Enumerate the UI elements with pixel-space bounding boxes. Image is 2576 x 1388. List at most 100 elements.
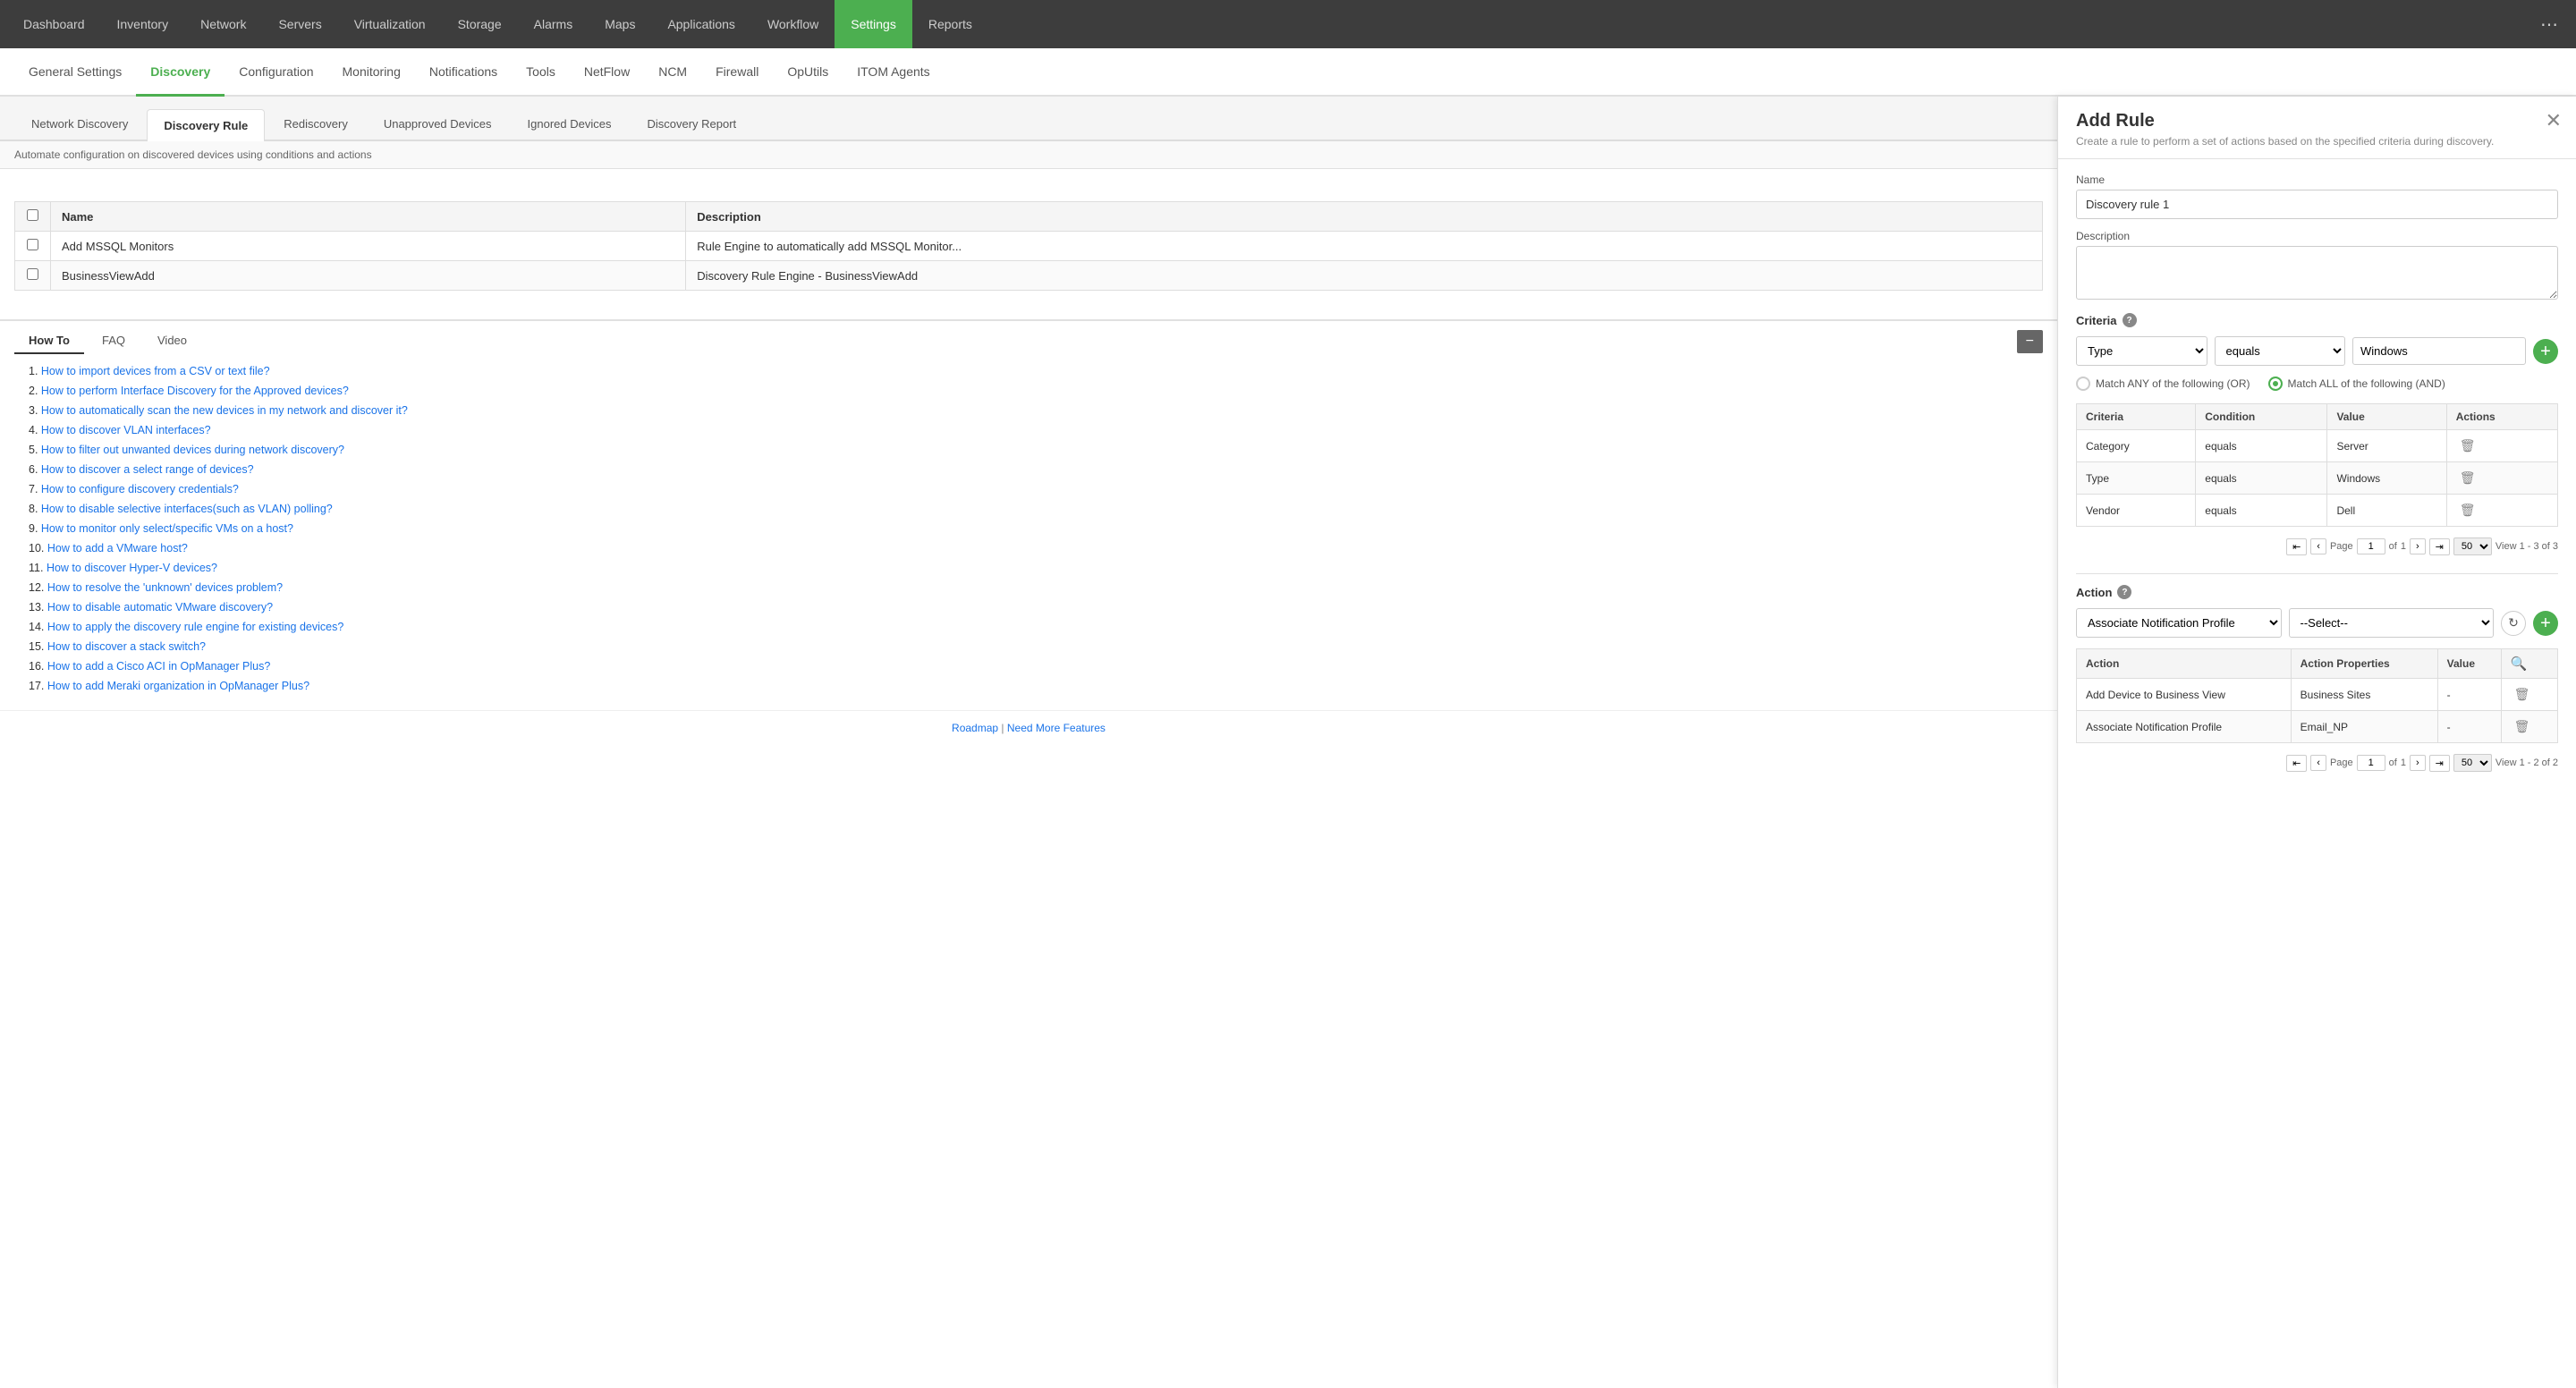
match-all-radio[interactable] xyxy=(2268,377,2283,391)
criteria-row-value-2: Windows xyxy=(2327,462,2446,495)
row-checkbox-1[interactable] xyxy=(27,239,38,250)
match-any-radio[interactable] xyxy=(2076,377,2090,391)
description-textarea[interactable] xyxy=(2076,246,2558,300)
action-value-select[interactable]: --Select-- xyxy=(2289,608,2495,638)
criteria-page-input[interactable] xyxy=(2357,538,2385,554)
name-input[interactable] xyxy=(2076,190,2558,219)
list-item[interactable]: How to configure discovery credentials? xyxy=(29,479,2043,499)
list-item[interactable]: How to disable selective interfaces(such… xyxy=(29,499,2043,519)
nav-item-servers[interactable]: Servers xyxy=(262,0,337,48)
criteria-row-value-1: Server xyxy=(2327,430,2446,462)
list-item[interactable]: How to automatically scan the new device… xyxy=(29,401,2043,420)
action-type-select[interactable]: Associate Notification Profile xyxy=(2076,608,2282,638)
nav-item-storage[interactable]: Storage xyxy=(442,0,518,48)
criteria-help-icon[interactable]: ? xyxy=(2123,313,2137,327)
delete-criteria-1-button[interactable]: 🗑 xyxy=(2456,436,2479,455)
criteria-next-page[interactable]: › xyxy=(2410,538,2426,554)
nav-item-applications[interactable]: Applications xyxy=(651,0,751,48)
howto-tab-howto[interactable]: How To xyxy=(14,328,84,354)
select-all-checkbox[interactable] xyxy=(27,209,38,221)
action-page-input[interactable] xyxy=(2357,755,2385,771)
refresh-action-button[interactable]: ↻ xyxy=(2501,611,2526,636)
nav-item-reports[interactable]: Reports xyxy=(912,0,988,48)
nav-item-maps[interactable]: Maps xyxy=(589,0,651,48)
nav-item-dashboard[interactable]: Dashboard xyxy=(7,0,101,48)
row-checkbox-2[interactable] xyxy=(27,268,38,280)
nav-item-inventory[interactable]: Inventory xyxy=(101,0,185,48)
subnav-monitoring[interactable]: Monitoring xyxy=(328,48,415,97)
nav-item-settings[interactable]: Settings xyxy=(835,0,912,48)
action-pagination: ⇤ ‹ Page of 1 › ⇥ 50 View 1 - 2 of 2 xyxy=(2076,750,2558,779)
list-item[interactable]: How to discover VLAN interfaces? xyxy=(29,420,2043,440)
list-item[interactable]: How to add a VMware host? xyxy=(29,538,2043,558)
tab-rediscovery[interactable]: Rediscovery xyxy=(267,107,365,140)
nav-item-alarms[interactable]: Alarms xyxy=(518,0,589,48)
action-col-properties: Action Properties xyxy=(2291,649,2437,679)
col-description-header: Description xyxy=(686,202,2043,232)
delete-criteria-3-button[interactable]: 🗑 xyxy=(2456,501,2479,520)
subnav-configuration[interactable]: Configuration xyxy=(225,48,327,97)
tab-discovery-report[interactable]: Discovery Report xyxy=(630,107,753,140)
col-name-header: Name xyxy=(51,202,686,232)
subnav-firewall[interactable]: Firewall xyxy=(701,48,773,97)
delete-action-1-button[interactable]: 🗑 xyxy=(2511,685,2534,704)
criteria-type-select[interactable]: Type xyxy=(2076,336,2207,366)
subnav-oputils[interactable]: OpUtils xyxy=(773,48,843,97)
subnav-tools[interactable]: Tools xyxy=(512,48,570,97)
action-prev-page[interactable]: ‹ xyxy=(2310,755,2326,771)
nav-item-workflow[interactable]: Workflow xyxy=(751,0,835,48)
tab-discovery-rule[interactable]: Discovery Rule xyxy=(147,109,265,141)
collapse-howto-button[interactable]: − xyxy=(2017,330,2043,353)
roadmap-link[interactable]: Roadmap xyxy=(952,722,998,734)
list-item[interactable]: How to filter out unwanted devices durin… xyxy=(29,440,2043,460)
list-item[interactable]: How to add a Cisco ACI in OpManager Plus… xyxy=(29,656,2043,676)
sub-nav: General Settings Discovery Configuration… xyxy=(0,48,2576,97)
list-item[interactable]: How to resolve the 'unknown' devices pro… xyxy=(29,578,2043,597)
list-item[interactable]: How to discover a stack switch? xyxy=(29,637,2043,656)
nav-more-icon[interactable]: ⋯ xyxy=(2529,13,2569,36)
list-item[interactable]: How to disable automatic VMware discover… xyxy=(29,597,2043,617)
match-all-option[interactable]: Match ALL of the following (AND) xyxy=(2268,377,2445,391)
action-next-page[interactable]: › xyxy=(2410,755,2426,771)
add-action-button[interactable]: + xyxy=(2533,611,2558,636)
more-features-link[interactable]: Need More Features xyxy=(1007,722,1106,734)
nav-item-network[interactable]: Network xyxy=(184,0,262,48)
tabs-row: Network Discovery Discovery Rule Redisco… xyxy=(0,97,2057,141)
list-item[interactable]: How to import devices from a CSV or text… xyxy=(29,361,2043,381)
delete-criteria-2-button[interactable]: 🗑 xyxy=(2456,469,2479,487)
action-per-page-select[interactable]: 50 xyxy=(2453,754,2492,772)
match-any-option[interactable]: Match ANY of the following (OR) xyxy=(2076,377,2250,391)
criteria-condition-select[interactable]: equals xyxy=(2215,336,2346,366)
action-first-page[interactable]: ⇤ xyxy=(2286,755,2307,772)
list-item[interactable]: How to perform Interface Discovery for t… xyxy=(29,381,2043,401)
criteria-value-input[interactable] xyxy=(2352,337,2526,365)
subnav-itom-agents[interactable]: ITOM Agents xyxy=(843,48,944,97)
nav-item-virtualization[interactable]: Virtualization xyxy=(338,0,442,48)
subnav-ncm[interactable]: NCM xyxy=(644,48,701,97)
howto-tab-video[interactable]: Video xyxy=(143,328,201,354)
action-row-props-2: Email_NP xyxy=(2291,711,2437,743)
howto-tab-faq[interactable]: FAQ xyxy=(88,328,140,354)
tab-unapproved-devices[interactable]: Unapproved Devices xyxy=(367,107,509,140)
list-item[interactable]: How to monitor only select/specific VMs … xyxy=(29,519,2043,538)
list-item[interactable]: How to apply the discovery rule engine f… xyxy=(29,617,2043,637)
list-item[interactable]: How to discover a select range of device… xyxy=(29,460,2043,479)
delete-action-2-button[interactable]: 🗑 xyxy=(2511,717,2534,736)
tab-network-discovery[interactable]: Network Discovery xyxy=(14,107,145,140)
add-criteria-button[interactable]: + xyxy=(2533,339,2558,364)
action-last-page[interactable]: ⇥ xyxy=(2429,755,2450,772)
search-action-button[interactable]: 🔍 xyxy=(2511,656,2528,672)
subnav-general-settings[interactable]: General Settings xyxy=(14,48,136,97)
tab-ignored-devices[interactable]: Ignored Devices xyxy=(511,107,629,140)
close-panel-button[interactable]: ✕ xyxy=(2546,109,2562,132)
subnav-discovery[interactable]: Discovery xyxy=(136,48,225,97)
list-item[interactable]: How to discover Hyper-V devices? xyxy=(29,558,2043,578)
subnav-notifications[interactable]: Notifications xyxy=(415,48,512,97)
criteria-first-page[interactable]: ⇤ xyxy=(2286,538,2307,555)
criteria-last-page[interactable]: ⇥ xyxy=(2429,538,2450,555)
criteria-per-page-select[interactable]: 50 xyxy=(2453,537,2492,555)
criteria-prev-page[interactable]: ‹ xyxy=(2310,538,2326,554)
action-help-icon[interactable]: ? xyxy=(2117,585,2131,599)
subnav-netflow[interactable]: NetFlow xyxy=(570,48,644,97)
list-item[interactable]: How to add Meraki organization in OpMana… xyxy=(29,676,2043,696)
